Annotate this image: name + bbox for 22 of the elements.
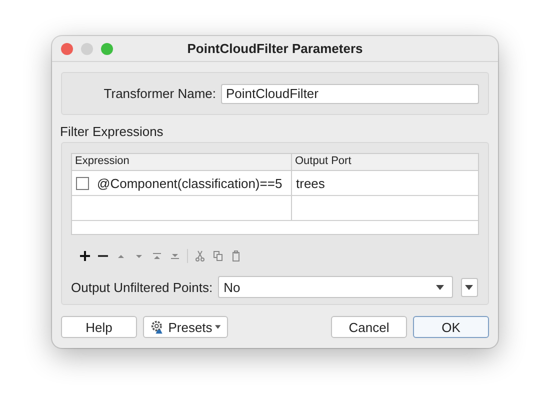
- table-cell[interactable]: @Component(classification)==5: [72, 171, 292, 195]
- checkbox[interactable]: [76, 176, 89, 190]
- zoom-button[interactable]: [101, 42, 113, 54]
- close-button[interactable]: [61, 42, 73, 54]
- cancel-button[interactable]: Cancel: [331, 316, 407, 338]
- caret-icon: [436, 284, 444, 290]
- column-header[interactable]: Output Port: [292, 154, 478, 170]
- help-button[interactable]: Help: [61, 316, 137, 338]
- presets-button[interactable]: Presets: [143, 316, 228, 338]
- column-header[interactable]: Expression: [72, 154, 292, 170]
- name-field[interactable]: PointCloudFilter: [221, 84, 479, 104]
- output-dropdown[interactable]: No: [218, 276, 453, 298]
- menu-button[interactable]: [460, 278, 478, 296]
- caret-icon: [215, 325, 221, 329]
- field-label: Output Unfiltered Points:: [71, 280, 213, 294]
- ok-button[interactable]: OK: [413, 316, 489, 338]
- field-label: Transformer Name:: [104, 86, 216, 101]
- table-cell[interactable]: trees: [292, 171, 478, 195]
- caret-icon: [465, 284, 474, 290]
- add-icon[interactable]: [79, 250, 91, 262]
- window-title: PointCloudFilter Parameters: [187, 41, 363, 56]
- section-heading: Filter Expressions: [60, 124, 164, 139]
